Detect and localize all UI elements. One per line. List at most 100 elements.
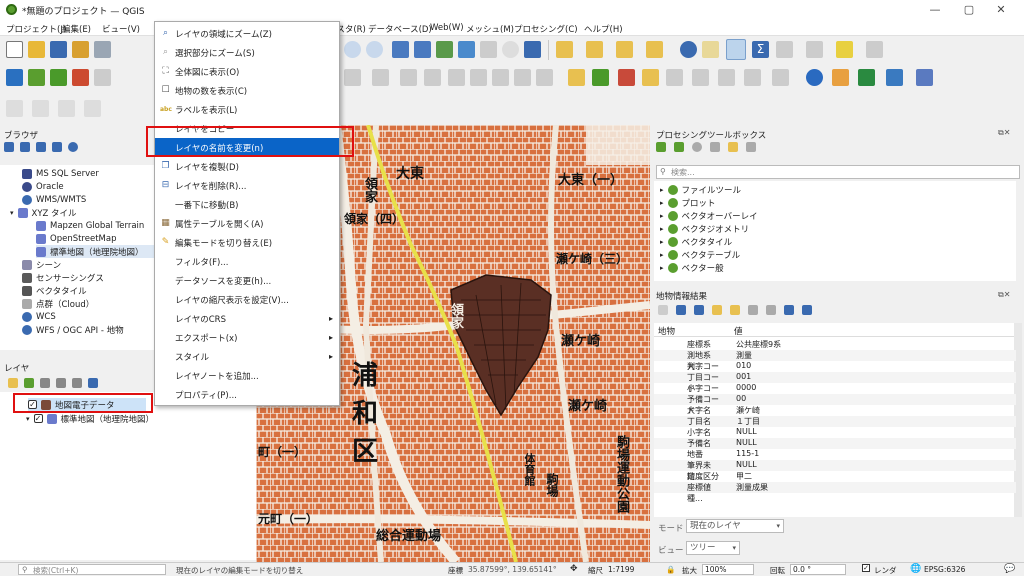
cut-icon[interactable] [448,69,465,86]
identify-row[interactable]: 精度区分 甲二 [654,471,1016,482]
identify-row[interactable]: 筆界未定... NULL [654,460,1016,481]
merge-icon[interactable] [84,100,101,117]
diagram-icon[interactable] [618,69,635,86]
messages-icon[interactable]: 💬 [1004,564,1015,574]
browser-item-scenes[interactable]: シーン [22,258,61,271]
visibility-icon[interactable] [40,378,50,388]
context-menu-item[interactable]: abc ラベルを表示(L) [155,100,339,119]
scripts-icon[interactable] [674,142,684,152]
split-icon[interactable] [58,100,75,117]
delete-selected-icon[interactable] [424,69,441,86]
zoom-in-icon[interactable] [344,41,361,58]
change-label-icon[interactable] [718,69,735,86]
zoom-full-icon[interactable] [392,41,409,58]
menu-view[interactable]: ビュー(V) [102,23,152,35]
help-contents-icon[interactable] [916,69,933,86]
properties-icon[interactable] [68,142,78,152]
context-menu-item[interactable]: レイヤのCRS ▸ [155,309,339,328]
browser-item-wcs[interactable]: WCS [22,310,56,323]
identify-row[interactable]: 座標値種... 測量成果 [654,482,1016,503]
context-menu-item[interactable]: ☐ 地物の数を表示(C) [155,81,339,100]
context-menu-item[interactable]: ❐ レイヤを複製(D) [155,157,339,176]
zoom-out-icon[interactable] [366,41,383,58]
context-menu-item[interactable]: ✎ 編集モードを切り替え(E) [155,233,339,252]
expand-new-icon[interactable] [676,305,686,315]
print-layout-icon[interactable] [72,41,89,58]
show-hide-labels-icon[interactable] [772,69,789,86]
panel-float-close-icon[interactable]: ⧉✕ [998,128,1010,138]
render-checkbox[interactable]: ✓ [862,564,870,572]
copy-icon[interactable] [470,69,487,86]
layer-checkbox[interactable]: ✓ [33,414,43,423]
proc-item[interactable]: ▸ プロット [660,196,716,209]
refresh-browser-icon[interactable] [20,142,30,152]
context-menu-item[interactable]: プロパティ(P)... [155,385,339,404]
proc-item[interactable]: ▸ ベクタタイル [660,235,732,248]
identify-row[interactable]: 予備名 NULL [654,438,1016,449]
plugin-icon[interactable] [806,69,823,86]
statistics-icon[interactable]: Σ [752,41,769,58]
browser-item-wms[interactable]: WMS/WMTS [22,193,86,206]
context-menu-item[interactable]: ⌕ 選択部分にズーム(S) [155,43,339,62]
browser-item-wfs[interactable]: WFS / OGC API - 地物 [22,323,124,336]
proc-item[interactable]: ▸ ベクタオーバーレイ [660,209,758,222]
filter-icon[interactable] [36,142,46,152]
layer-item-gsi[interactable]: ▾ ✓ 標準地図（地理院地図） [26,412,154,425]
bookmark-icon[interactable] [480,41,497,58]
menu-web[interactable]: Web(W) [430,23,464,33]
node-tool-icon[interactable] [400,69,417,86]
select-features-icon[interactable] [556,41,573,58]
close-button[interactable]: ✕ [986,2,1016,18]
zoom-last-icon[interactable] [436,41,453,58]
clock-icon[interactable] [502,41,519,58]
label-tool-icon[interactable] [568,69,585,86]
context-menu-item[interactable]: ▦ 属性テーブルを開く(A) [155,214,339,233]
processing-toolbox-icon[interactable] [726,39,746,60]
coordinate-value[interactable]: 35.87599°, 139.65141° [468,565,557,574]
locator-search-input[interactable]: ⚲ 検索(Ctrl+K) [18,564,166,575]
identify-row[interactable]: 大字名 瀬ケ崎 [654,405,1016,416]
magnifier-input[interactable]: 100% [702,564,754,575]
menu-mesh[interactable]: メッシュ(M) [466,23,514,35]
attribute-table-icon[interactable] [702,41,719,58]
menu-database[interactable]: データベース(D) [368,23,432,35]
context-menu-item[interactable]: ⊟ レイヤを削除(R)... [155,176,339,195]
context-menu-item[interactable]: ⌕ レイヤの領域にズーム(Z) [155,24,339,43]
expand-arrow-icon[interactable]: ▾ [26,415,30,423]
style-icon[interactable] [8,378,18,388]
browser-item-mapzen[interactable]: Mapzen Global Terrain [36,219,144,232]
models-icon[interactable] [656,142,666,152]
context-menu-item[interactable]: エクスポート(x) ▸ [155,328,339,347]
identify-row[interactable]: 小字名 NULL [654,427,1016,438]
panel-float-close-icon[interactable]: ⧉✕ [998,290,1010,300]
filter-legend-icon[interactable] [56,378,66,388]
open-form-icon[interactable] [712,305,722,315]
plugin3-icon[interactable] [858,69,875,86]
identify-settings-icon[interactable] [802,305,812,315]
copy-feature-icon[interactable] [748,305,758,315]
browser-item-osm[interactable]: OpenStreetMap [36,232,116,245]
digitize-icon[interactable] [344,69,361,86]
options-icon[interactable] [746,142,756,152]
data-source-manager-icon[interactable] [6,69,23,86]
select-feature-icon[interactable] [730,305,740,315]
menu-help[interactable]: ヘルプ(H) [584,23,623,35]
expression-filter-icon[interactable] [72,378,82,388]
undo-icon[interactable] [514,69,531,86]
new-project-icon[interactable] [6,41,23,58]
extents-icon[interactable]: ✥ [570,564,578,574]
minimize-button[interactable]: — [920,2,950,18]
history-icon[interactable] [692,142,702,152]
identify-row[interactable]: 小字コード0000 [654,383,1016,404]
menu-edit[interactable]: 編集(E) [62,23,91,35]
pin-labels-icon[interactable] [592,69,609,86]
browser-item-xyz[interactable]: ▾ XYZ タイル [10,206,77,219]
scale-value[interactable]: 1:7199 [608,565,634,574]
proc-item[interactable]: ▸ ベクタテーブル [660,248,740,261]
browser-item-mssql[interactable]: MS SQL Server [22,167,99,180]
identify-icon[interactable] [680,41,697,58]
deselect-icon[interactable] [616,41,633,58]
identify-row[interactable]: 地番 115-1 [654,449,1016,460]
mode-select[interactable]: 現在のレイヤ ▾ [686,519,784,533]
map-tips-icon[interactable] [836,41,853,58]
